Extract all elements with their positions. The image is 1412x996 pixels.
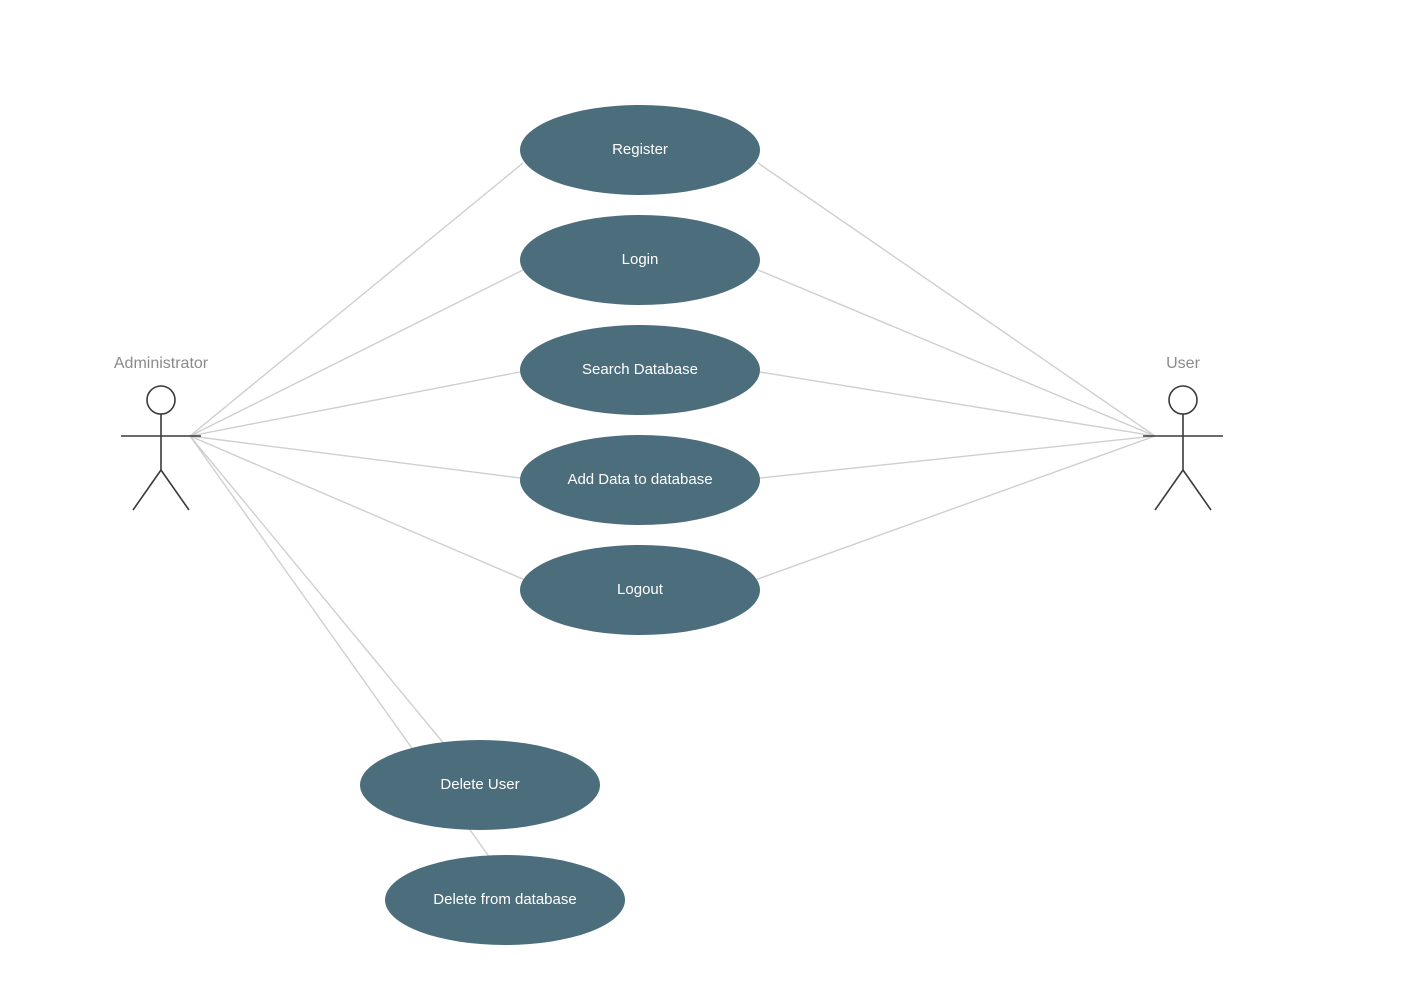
- edge-admin-login: [190, 270, 523, 436]
- usecase-login: Login: [520, 215, 760, 305]
- edge-admin-search: [190, 372, 520, 436]
- usecase-search: Search Database: [520, 325, 760, 415]
- usecase-register: Register: [520, 105, 760, 195]
- edge-user-register: [758, 163, 1155, 436]
- usecase-login-label: Login: [622, 251, 659, 268]
- usecase-delete-user-label: Delete User: [440, 776, 519, 793]
- edge-user-search: [760, 372, 1155, 436]
- actor-user: User: [1143, 355, 1223, 510]
- edge-admin-register: [190, 163, 523, 436]
- usecase-search-label: Search Database: [582, 361, 698, 378]
- usecase-delete-user: Delete User: [360, 740, 600, 830]
- edge-user-login: [758, 270, 1155, 436]
- usecase-add-label: Add Data to database: [567, 471, 712, 488]
- usecase-delete-from-db: Delete from database: [385, 855, 625, 945]
- usecase-logout: Logout: [520, 545, 760, 635]
- usecase-add: Add Data to database: [520, 435, 760, 525]
- usecase-register-label: Register: [612, 141, 668, 158]
- actor-user-label: User: [1166, 355, 1200, 372]
- actor-icon: [121, 386, 201, 510]
- actor-admin-label: Administrator: [114, 355, 209, 372]
- edge-admin-deleteuser: [190, 436, 445, 745]
- usecase-logout-label: Logout: [617, 581, 664, 598]
- usecase-delete-from-db-label: Delete from database: [433, 891, 576, 908]
- actor-icon: [1143, 386, 1223, 510]
- use-case-diagram: Register Login Search Database Add Data …: [0, 0, 1412, 996]
